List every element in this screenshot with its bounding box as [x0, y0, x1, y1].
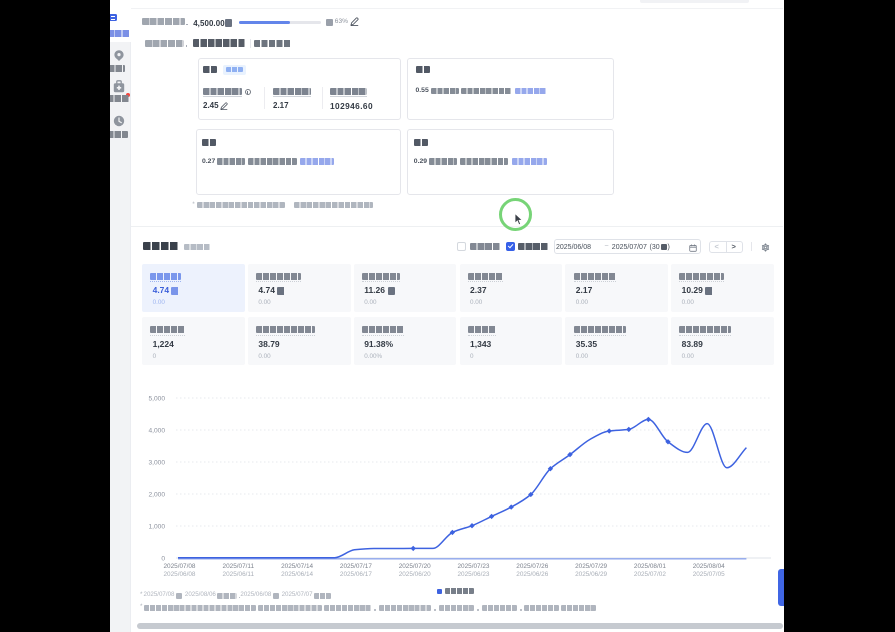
svg-text:0: 0 [161, 555, 165, 562]
svg-text:2025/07/23: 2025/07/23 [458, 563, 490, 570]
svg-text:2025/07/08: 2025/07/08 [164, 563, 196, 570]
svg-text:2025/07/02: 2025/07/02 [634, 571, 666, 578]
svg-text:2025/07/05: 2025/07/05 [693, 571, 725, 578]
svg-text:2025/08/04: 2025/08/04 [693, 563, 725, 570]
svg-text:2025/06/29: 2025/06/29 [575, 571, 607, 578]
svg-text:2025/08/01: 2025/08/01 [634, 563, 666, 570]
svg-text:2025/06/08: 2025/06/08 [164, 571, 196, 578]
svg-text:2025/06/26: 2025/06/26 [516, 571, 548, 578]
svg-text:2025/06/23: 2025/06/23 [458, 571, 490, 578]
svg-text:5,000: 5,000 [148, 395, 165, 402]
svg-text:2025/06/14: 2025/06/14 [281, 571, 313, 578]
svg-text:2025/07/26: 2025/07/26 [516, 563, 548, 570]
svg-text:2025/07/20: 2025/07/20 [399, 563, 431, 570]
svg-text:4,000: 4,000 [148, 427, 165, 434]
svg-text:2,000: 2,000 [148, 491, 165, 498]
svg-text:3,000: 3,000 [148, 459, 165, 466]
svg-text:2025/06/11: 2025/06/11 [223, 571, 255, 578]
svg-text:2025/07/17: 2025/07/17 [340, 563, 372, 570]
svg-text:2025/07/11: 2025/07/11 [223, 563, 255, 570]
svg-text:2025/07/14: 2025/07/14 [281, 563, 313, 570]
svg-text:2025/07/29: 2025/07/29 [575, 563, 607, 570]
svg-text:2025/06/20: 2025/06/20 [399, 571, 431, 578]
svg-text:2025/06/17: 2025/06/17 [340, 571, 372, 578]
svg-text:1,000: 1,000 [148, 523, 165, 530]
